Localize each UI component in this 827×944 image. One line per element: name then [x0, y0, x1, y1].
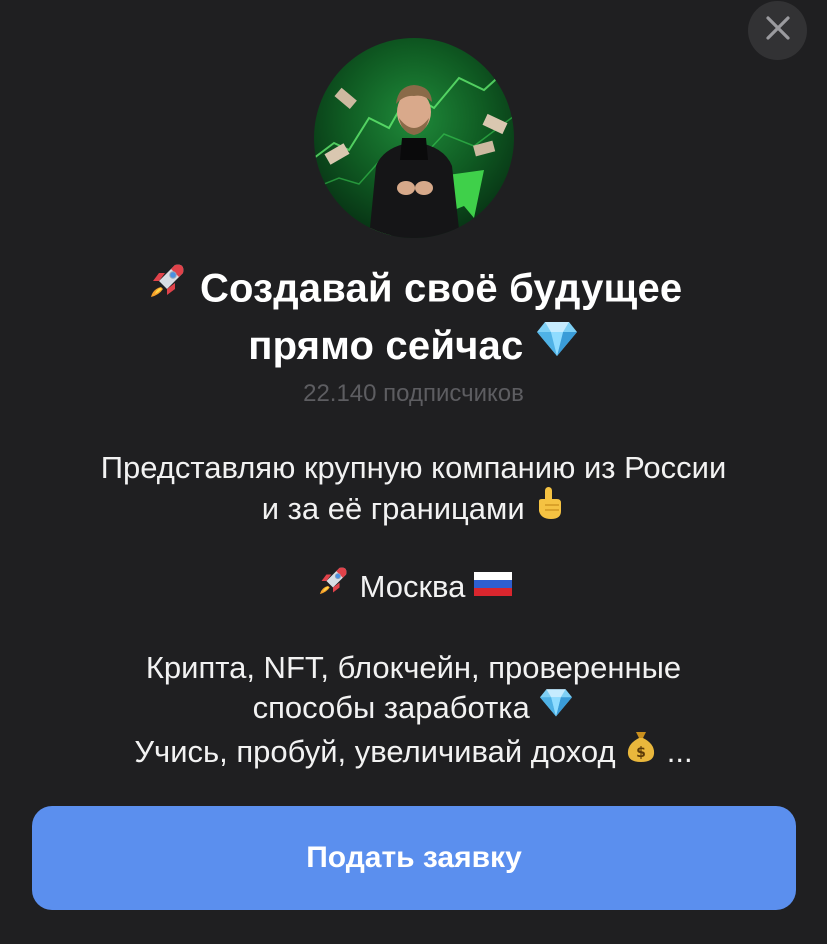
apply-button[interactable]: Подать заявку: [32, 806, 796, 910]
description-line-2: и за её границами: [261, 491, 525, 527]
title-line-1: Создавай своё будущее: [199, 266, 683, 311]
channel-title: Создавай своё будущее прямо сейчас: [40, 262, 787, 375]
russia-flag-icon: [474, 566, 513, 606]
description-intro: Представляю крупную компанию из России и…: [20, 448, 807, 534]
location-line: Москва: [20, 566, 807, 612]
description-line-6: Учись, пробуй, увеличивай доход: [134, 734, 616, 769]
rocket-icon: [145, 259, 189, 317]
money-bag-icon: $: [624, 728, 658, 774]
close-button[interactable]: [748, 1, 807, 60]
description-line-4: Крипта, NFT, блокчейн, проверенные: [145, 650, 682, 685]
location-city: Москва: [359, 569, 466, 605]
description-more[interactable]: ...: [667, 734, 693, 769]
title-line-2: прямо сейчас: [248, 324, 524, 368]
description-topics: Крипта, NFT, блокчейн, проверенные спосо…: [20, 648, 807, 777]
channel-avatar: [314, 38, 514, 238]
rocket-icon: [315, 563, 351, 609]
subscriber-count: 22.140 подписчиков: [303, 380, 524, 407]
close-icon: [765, 15, 791, 46]
pointing-up-icon: [533, 485, 565, 531]
svg-text:$: $: [636, 745, 646, 761]
description-line-5: способы заработка: [252, 690, 530, 725]
diamond-icon: [538, 686, 574, 728]
description-line-1: Представляю крупную компанию из России: [100, 450, 727, 485]
diamond-icon: [535, 318, 579, 372]
